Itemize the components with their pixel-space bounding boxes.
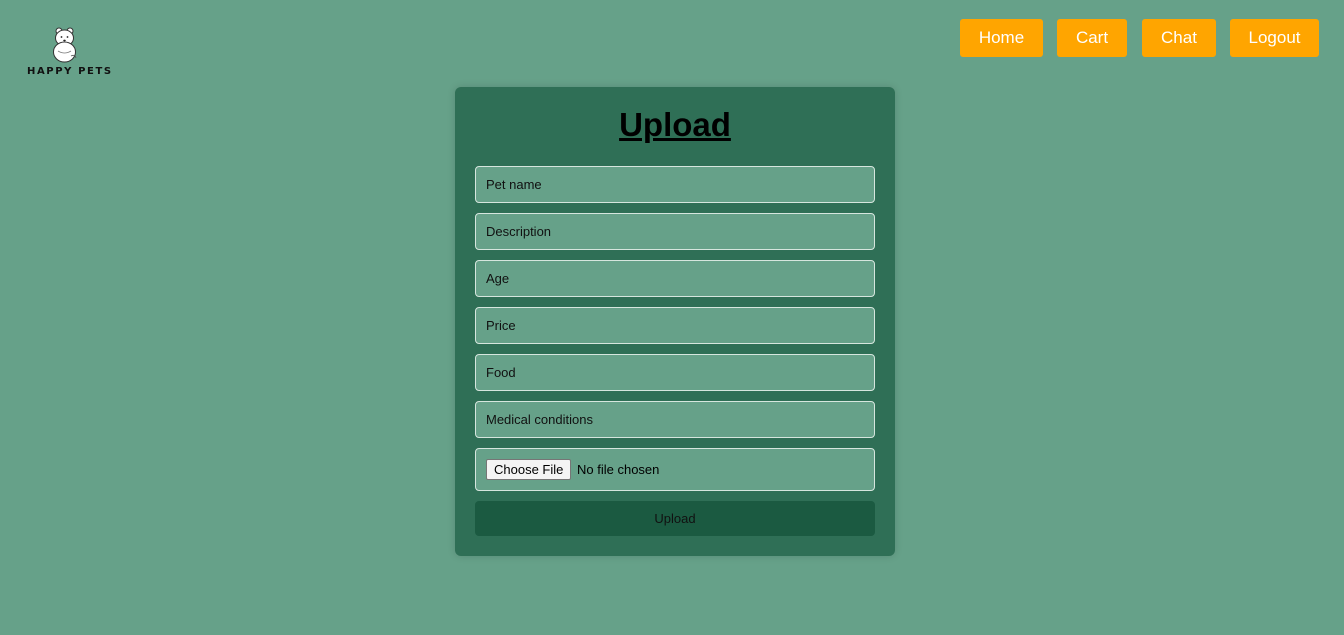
brand-name: HAPPY PETS xyxy=(27,66,113,77)
medical-conditions-input[interactable] xyxy=(475,401,875,438)
price-input[interactable] xyxy=(475,307,875,344)
pet-name-input[interactable] xyxy=(475,166,875,203)
file-status-text: No file chosen xyxy=(577,462,660,477)
nav-chat-button[interactable]: Chat xyxy=(1142,19,1216,57)
nav-home-button[interactable]: Home xyxy=(960,19,1043,57)
nav-logout-button[interactable]: Logout xyxy=(1230,19,1319,57)
bear-icon xyxy=(53,27,77,63)
nav-cart-button[interactable]: Cart xyxy=(1057,19,1127,57)
description-input[interactable] xyxy=(475,213,875,250)
upload-submit-button[interactable]: Upload xyxy=(475,501,875,536)
brand-logo: HAPPY PETS xyxy=(27,24,111,80)
file-upload-field: Choose File No file chosen xyxy=(475,448,875,491)
age-input[interactable] xyxy=(475,260,875,297)
upload-title: Upload xyxy=(619,106,731,143)
upload-card: Upload Choose File No file chosen Upload xyxy=(455,87,895,556)
choose-file-button[interactable]: Choose File xyxy=(486,459,572,480)
food-input[interactable] xyxy=(475,354,875,391)
